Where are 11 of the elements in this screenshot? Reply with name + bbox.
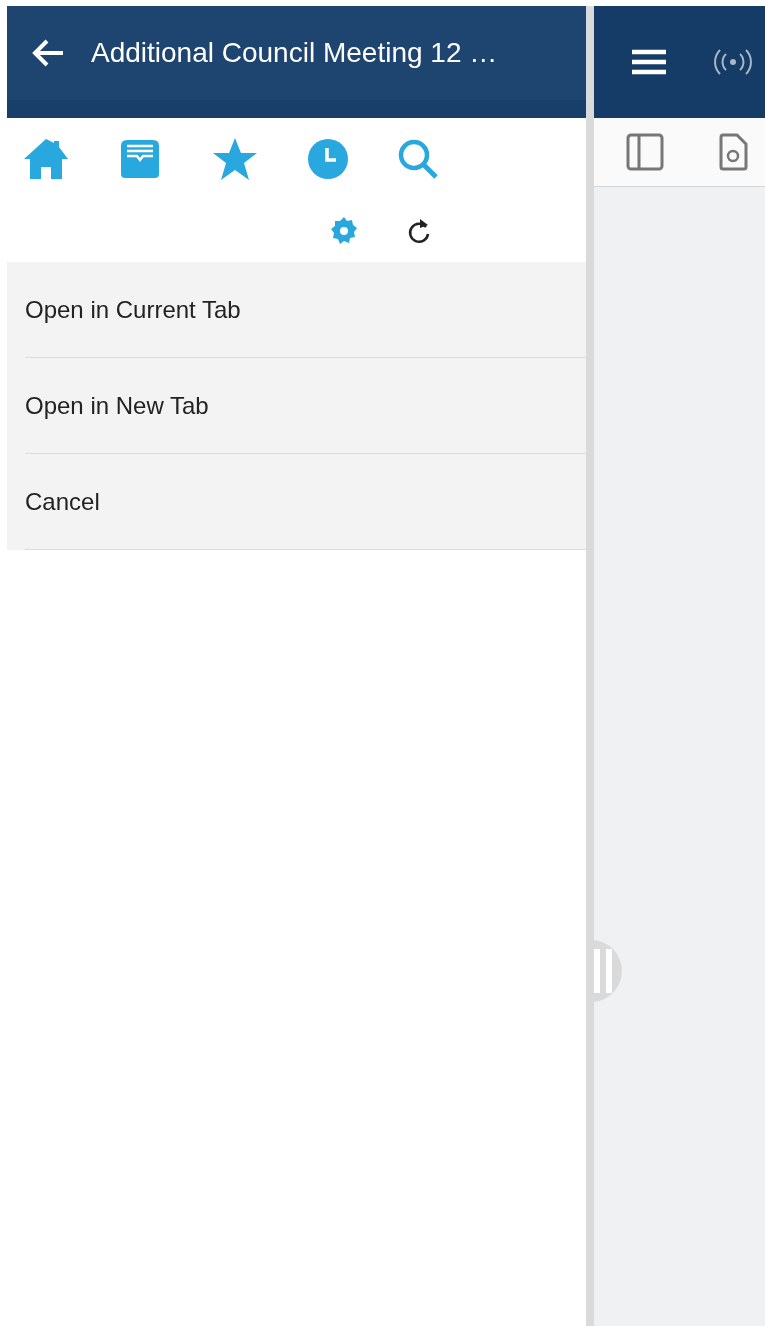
document-settings-icon[interactable] xyxy=(718,133,748,171)
star-icon[interactable] xyxy=(211,137,259,181)
search-icon[interactable] xyxy=(397,138,439,180)
window-title: Additional Council Meeting 12 … xyxy=(91,37,498,69)
back-icon[interactable] xyxy=(31,38,65,68)
broadcast-icon[interactable] xyxy=(712,47,754,77)
settings-icon[interactable] xyxy=(329,216,359,246)
clock-icon[interactable] xyxy=(307,138,349,180)
menu-icon[interactable] xyxy=(630,48,668,76)
sidebar-icon[interactable] xyxy=(626,133,664,171)
home-icon[interactable] xyxy=(23,137,69,181)
